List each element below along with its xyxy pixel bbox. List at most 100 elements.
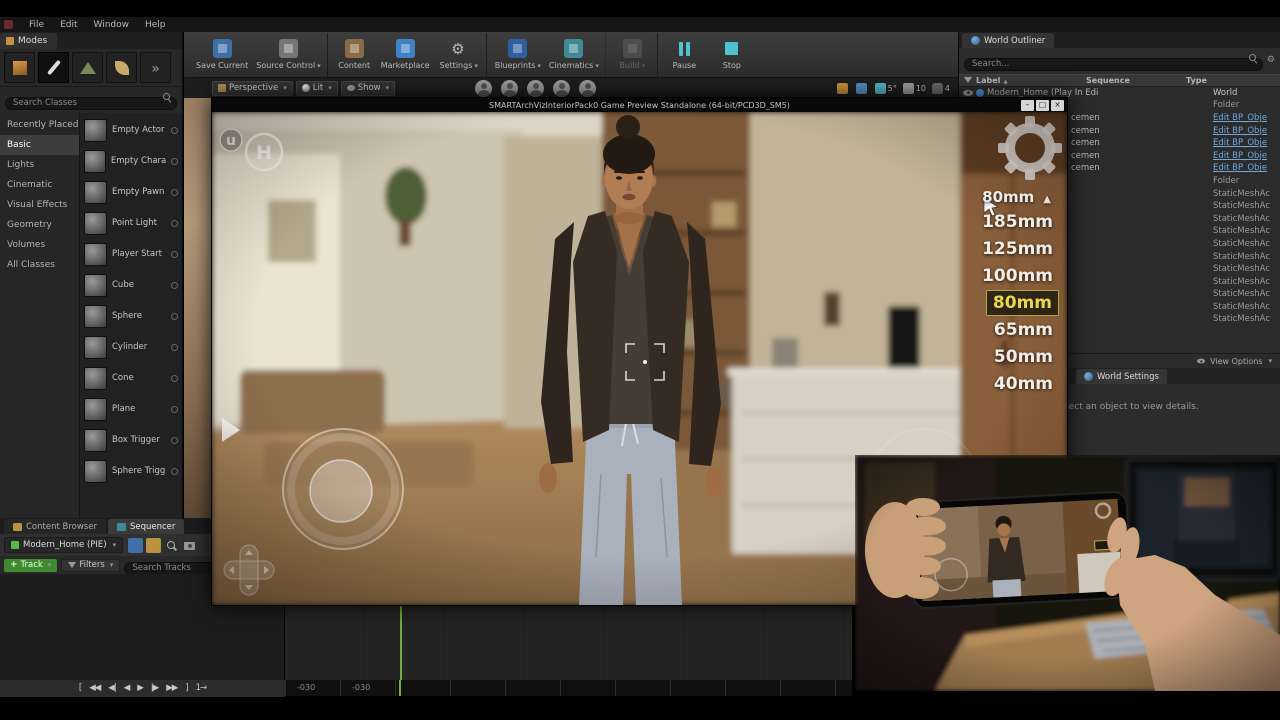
filter-icon[interactable] — [964, 77, 972, 83]
row-type[interactable]: StaticMeshAc — [1213, 214, 1280, 224]
close-button[interactable] — [1051, 100, 1064, 111]
modes-category[interactable]: Cinematic — [0, 175, 79, 195]
placeable-item[interactable]: Sphere — [80, 301, 182, 332]
transport-button[interactable]: |▶ — [151, 684, 158, 693]
column-header-sequence[interactable]: Sequence — [1086, 76, 1186, 85]
visibility-eye-icon[interactable] — [963, 90, 973, 96]
transport-button[interactable]: ◀ — [124, 684, 130, 693]
viewport-option-button[interactable]: Show — [341, 81, 395, 96]
row-type[interactable]: Edit BP_Obje — [1213, 138, 1280, 148]
modes-category[interactable]: Visual Effects — [0, 195, 79, 215]
row-type[interactable]: StaticMeshAc — [1213, 239, 1280, 249]
placeable-item[interactable]: Player Start — [80, 239, 182, 270]
menu-item[interactable]: File — [21, 20, 52, 30]
placeable-item[interactable]: Empty Chara — [80, 146, 182, 177]
add-track-button[interactable]: Track — [4, 559, 57, 572]
mode-tool-button[interactable] — [38, 52, 69, 83]
mode-tool-button[interactable] — [140, 52, 171, 83]
tab-modes[interactable]: Modes — [0, 33, 57, 49]
transport-button[interactable]: ◀| — [108, 684, 115, 693]
placeable-item[interactable]: Point Light — [80, 208, 182, 239]
transport-button[interactable]: ◀◀ — [89, 684, 100, 693]
mode-tool-button[interactable] — [4, 52, 35, 83]
modes-category[interactable]: Geometry — [0, 215, 79, 235]
viewport-option-button[interactable]: Perspective — [212, 81, 293, 96]
view-options-button[interactable]: View Options — [1210, 357, 1262, 366]
outliner-settings-icon[interactable] — [1267, 56, 1275, 65]
toolbar-button[interactable]: Source Control — [252, 33, 324, 77]
focal-length-option[interactable]: 50mm — [988, 344, 1059, 370]
row-type[interactable]: Folder — [1213, 100, 1280, 110]
toolbar-button[interactable]: Save Current — [192, 33, 252, 77]
modes-category[interactable]: Volumes — [0, 235, 79, 255]
snap-control[interactable]: 10 — [903, 83, 926, 94]
row-type[interactable]: StaticMeshAc — [1213, 314, 1280, 324]
row-type[interactable]: StaticMeshAc — [1213, 289, 1280, 299]
placeable-item[interactable]: Plane — [80, 394, 182, 425]
viewport-option-button[interactable]: Lit — [296, 81, 338, 96]
snap-control[interactable] — [837, 83, 850, 94]
toolbar-button[interactable]: Cinematics — [545, 33, 603, 77]
row-type[interactable]: StaticMeshAc — [1213, 201, 1280, 211]
outliner-search-input[interactable] — [964, 58, 1263, 71]
focal-length-option[interactable]: 80mm — [986, 290, 1059, 316]
placeable-item[interactable]: Cylinder — [80, 332, 182, 363]
filters-button[interactable]: Filters — [61, 559, 120, 572]
tab-world-settings[interactable]: World Settings — [1076, 369, 1167, 384]
row-type[interactable]: StaticMeshAc — [1213, 302, 1280, 312]
transport-button[interactable]: 1→ — [196, 684, 207, 693]
toolbar-button[interactable]: Settings — [434, 33, 484, 77]
toolbar-button[interactable]: Marketplace — [377, 33, 434, 77]
minimize-button[interactable] — [1021, 100, 1034, 111]
placeable-item[interactable]: Sphere Trigg — [80, 456, 182, 487]
row-type[interactable]: StaticMeshAc — [1213, 252, 1280, 262]
column-header-label[interactable]: Label — [976, 76, 1086, 85]
transport-button[interactable]: [ — [79, 684, 81, 693]
timeline-ruler[interactable]: -030-030 — [285, 680, 852, 696]
focal-length-option[interactable]: 100mm — [976, 263, 1059, 289]
toolbar-button[interactable]: Build — [605, 33, 655, 77]
maximize-button[interactable] — [1036, 100, 1049, 111]
tab-world-outliner[interactable]: World Outliner — [962, 33, 1054, 48]
sequence-asset-dropdown[interactable]: Modern_Home (PIE) — [4, 537, 123, 553]
transport-button[interactable]: ] — [185, 684, 187, 693]
snap-control[interactable]: 5° — [875, 83, 897, 94]
mode-tool-button[interactable] — [106, 52, 137, 83]
menu-item[interactable]: Help — [137, 20, 174, 30]
snap-control[interactable]: 4 — [932, 83, 950, 94]
row-type[interactable]: Edit BP_Obje — [1213, 113, 1280, 123]
sequencer-toolbar-icon[interactable] — [146, 538, 161, 553]
menu-item[interactable]: Window — [86, 20, 138, 30]
mode-tool-button[interactable] — [72, 52, 103, 83]
preview-titlebar[interactable]: SMARTArchVizInteriorPack0 Game Preview S… — [212, 98, 1067, 112]
column-header-type[interactable]: Type — [1186, 76, 1280, 85]
focal-length-option[interactable]: 185mm — [976, 209, 1059, 235]
row-type[interactable]: Edit BP_Obje — [1213, 163, 1280, 173]
row-type[interactable]: Folder — [1213, 176, 1280, 186]
row-type[interactable]: World — [1213, 88, 1280, 98]
menu-item[interactable]: Edit — [52, 20, 85, 30]
row-type[interactable]: StaticMeshAc — [1213, 277, 1280, 287]
focal-length-option[interactable]: 125mm — [976, 236, 1059, 262]
modes-category[interactable]: All Classes — [0, 255, 79, 275]
focal-length-option[interactable]: 40mm — [988, 371, 1059, 397]
placeable-item[interactable]: Empty Pawn — [80, 177, 182, 208]
search-classes-input[interactable] — [5, 97, 177, 110]
row-type[interactable]: StaticMeshAc — [1213, 189, 1280, 199]
toolbar-button[interactable]: Stop — [707, 33, 757, 77]
modes-category[interactable]: Lights — [0, 155, 79, 175]
transport-button[interactable]: ▶▶ — [166, 684, 177, 693]
focal-length-option[interactable]: 65mm — [988, 317, 1059, 343]
bottom-tab[interactable]: Sequencer — [108, 519, 184, 534]
sequencer-toolbar-icon[interactable] — [128, 538, 143, 553]
row-type[interactable]: StaticMeshAc — [1213, 264, 1280, 274]
placeable-item[interactable]: Cone — [80, 363, 182, 394]
toolbar-button[interactable]: Content — [327, 33, 377, 77]
placeable-item[interactable]: Cube — [80, 270, 182, 301]
modes-category[interactable]: Recently Placed — [0, 115, 79, 135]
bottom-tab[interactable]: Content Browser — [4, 519, 106, 534]
modes-category[interactable]: Basic — [0, 135, 79, 155]
placeable-item[interactable]: Empty Actor — [80, 115, 182, 146]
row-type[interactable]: Edit BP_Obje — [1213, 126, 1280, 136]
toolbar-button[interactable]: Pause — [657, 33, 707, 77]
